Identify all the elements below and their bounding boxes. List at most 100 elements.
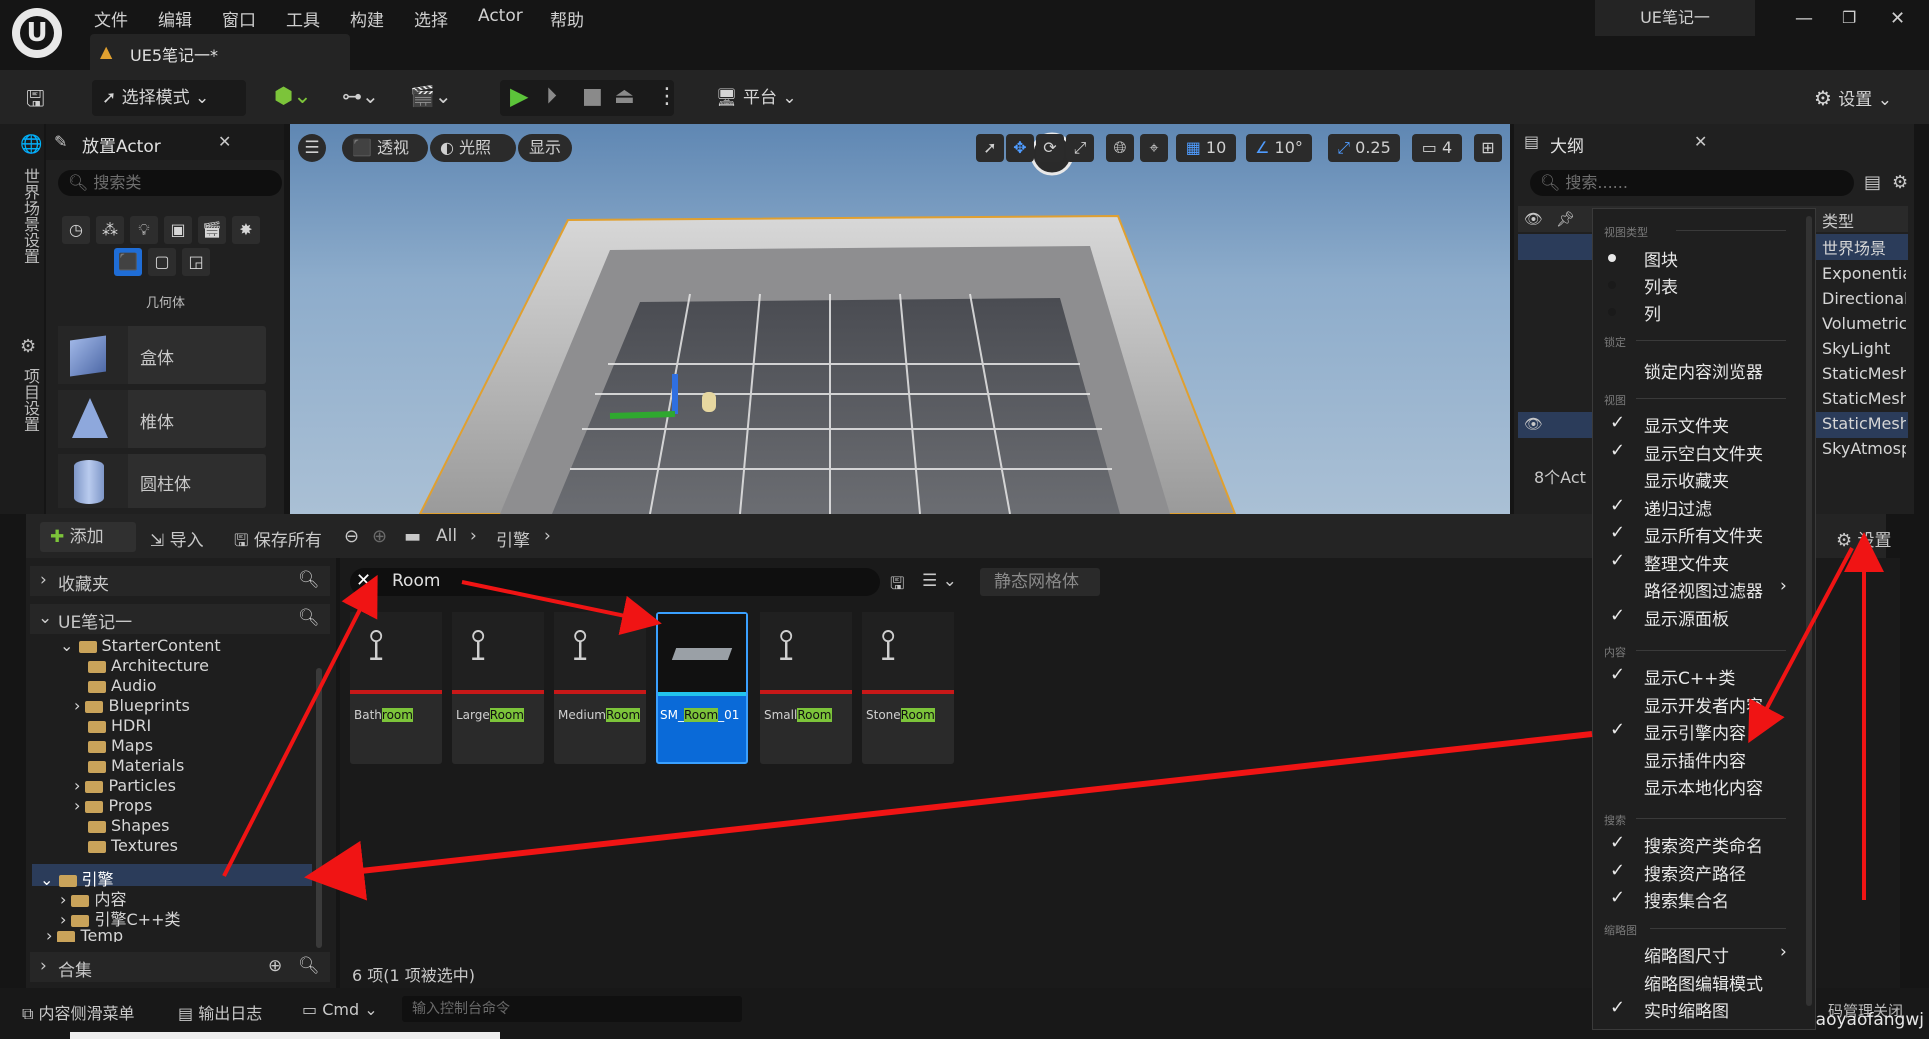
close-icon[interactable]: ✕ — [1890, 8, 1905, 29]
gizmo-y-axis[interactable] — [609, 411, 676, 419]
pin-icon[interactable]: 📌︎ — [1556, 210, 1575, 228]
tree-item[interactable]: › Temp — [46, 926, 123, 942]
menu-item[interactable]: ✓ 搜索资产路径 — [1600, 860, 1800, 888]
menu-item[interactable]: ✓ 搜索集合名 — [1600, 887, 1800, 915]
forward-icon[interactable]: ⊕ — [372, 526, 387, 547]
menu-item[interactable]: 缩略图编辑模式 — [1600, 970, 1800, 998]
menu-item[interactable]: ✓ 实时缩略图 — [1600, 997, 1800, 1025]
viewport-menu-icon[interactable]: ☰ — [298, 134, 326, 162]
lights-icon[interactable]: 💡︎ — [130, 216, 158, 244]
play-icon[interactable]: ▶ — [510, 82, 528, 110]
step-icon[interactable]: ⏵ — [546, 84, 557, 109]
search-icon[interactable]: 🔍︎ — [298, 608, 320, 628]
level-viewport[interactable] — [290, 124, 1510, 514]
project-settings-tab[interactable]: 项目设置 — [18, 368, 42, 432]
menu-item[interactable]: 显示收藏夹 — [1600, 467, 1800, 495]
menu-build[interactable]: 构建 — [350, 6, 384, 31]
tree-item[interactable]: Shapes — [88, 816, 169, 835]
translate-tool-icon[interactable]: ✥ — [1006, 134, 1034, 162]
output-log-button[interactable]: ▤ 输出日志 — [178, 1000, 262, 1024]
asset-tile[interactable]: ⟟ MediumRoom — [554, 612, 646, 764]
scale-snap-toggle[interactable]: ⤢ 0.25 — [1328, 134, 1400, 162]
scale-tool-icon[interactable]: ⤢ — [1066, 134, 1094, 162]
camera-speed-button[interactable]: ▭ 4 — [1412, 134, 1462, 162]
menu-item[interactable]: 显示本地化内容 — [1600, 774, 1800, 802]
viewport-layout-icon[interactable]: ⊞ — [1474, 134, 1502, 162]
back-icon[interactable]: ⊖ — [344, 526, 359, 547]
show-button[interactable]: 显示 — [518, 134, 572, 162]
clear-search-icon[interactable]: ✕ — [356, 570, 371, 591]
menu-item[interactable]: ✓ 显示文件夹 — [1600, 412, 1800, 440]
close-tab-icon[interactable]: ✕ — [218, 132, 231, 151]
tree-item[interactable]: › Props — [74, 796, 152, 815]
tree-item[interactable]: Maps — [88, 736, 153, 755]
search-icon[interactable]: 🔍︎ — [298, 956, 320, 976]
close-tab-icon[interactable]: ✕ — [1694, 132, 1707, 151]
eye-icon[interactable]: 👁︎ — [1524, 415, 1543, 433]
rotate-tool-icon[interactable]: ⟳ — [1036, 134, 1064, 162]
blueprint-icon[interactable]: ⊶⌄ — [342, 84, 379, 108]
menu-item[interactable]: ✓ 显示空白文件夹 — [1600, 440, 1800, 468]
menu-item[interactable]: 缩略图尺寸 — [1600, 942, 1800, 970]
tree-item[interactable]: HDRI — [88, 716, 151, 735]
add-button[interactable]: ✚ 添加 — [40, 522, 136, 552]
save-icon[interactable]: 🖫 — [26, 82, 45, 120]
perspective-button[interactable]: ⬛ 透视 — [342, 134, 428, 162]
console-input[interactable]: 输入控制台命令 — [402, 996, 742, 1022]
gear-icon[interactable]: ⚙ — [1892, 172, 1908, 193]
menu-item-tiles[interactable]: 图块 — [1644, 246, 1678, 271]
lit-button[interactable]: ◐ 光照 — [430, 134, 516, 162]
minimize-icon[interactable]: — — [1795, 8, 1813, 29]
level-tab[interactable] — [90, 34, 350, 70]
content-drawer-button[interactable]: ⧉ 内容侧滑菜单 — [22, 1000, 135, 1024]
menu-item[interactable]: ✓ 显示引擎内容 — [1600, 719, 1800, 747]
place-actor-search[interactable]: 🔍︎ 搜索类 — [58, 170, 282, 196]
surface-snap-icon[interactable]: ⌖ — [1140, 134, 1168, 162]
light-source-sprite[interactable] — [702, 392, 716, 412]
menu-item[interactable]: ✓ 搜索资产类命名 — [1600, 832, 1800, 860]
tree-item[interactable]: Architecture — [88, 656, 209, 675]
asset-tile-selected[interactable]: SM_Room_01 — [656, 612, 748, 764]
eject-icon[interactable]: ⏏ — [614, 84, 635, 109]
menu-select[interactable]: 选择 — [414, 6, 448, 31]
menu-item[interactable]: ✓ 递归过滤 — [1600, 495, 1800, 523]
angle-snap-toggle[interactable]: ∠ 10° — [1246, 134, 1312, 162]
cinematics-icon[interactable]: 🎬⌄ — [410, 84, 452, 108]
asset-tile[interactable]: ⟟ LargeRoom — [452, 612, 544, 764]
menu-item-columns[interactable]: 列 — [1644, 300, 1661, 325]
search-icon[interactable]: 🔍︎ — [298, 570, 320, 590]
filter-dropdown[interactable]: ☰ ⌄ — [922, 571, 957, 591]
menu-actor[interactable]: Actor — [478, 6, 523, 26]
save-search-icon[interactable]: 🖫︎ — [890, 571, 904, 600]
menu-item[interactable]: ✓ 显示所有文件夹 — [1600, 522, 1800, 550]
outliner-search[interactable]: 🔍︎ 搜索...... — [1530, 170, 1854, 196]
basic-icon[interactable]: ⁂ — [96, 216, 124, 244]
tree-item[interactable]: Materials — [88, 756, 184, 775]
restore-icon[interactable]: ❐ — [1842, 8, 1856, 27]
menu-scrollbar[interactable] — [1806, 216, 1812, 1006]
menu-item[interactable]: 显示插件内容 — [1600, 747, 1800, 775]
geometry-icon[interactable]: ⬛ — [114, 248, 142, 276]
save-all-button[interactable]: 🖫︎ 保存所有 — [234, 526, 322, 557]
menu-item[interactable]: ✓ 显示源面板 — [1600, 605, 1800, 633]
menu-file[interactable]: 文件 — [94, 6, 128, 31]
menu-window[interactable]: 窗口 — [222, 6, 256, 31]
menu-item[interactable]: ✓ 整理文件夹 — [1600, 550, 1800, 578]
menu-item[interactable]: 路径视图过滤器 — [1600, 577, 1800, 605]
volumes-icon[interactable]: ▢ — [148, 248, 176, 276]
tree-item[interactable]: Textures — [88, 836, 178, 855]
add-actor-icon[interactable]: ⬢⌄ — [274, 84, 312, 109]
type-column-header[interactable]: 类型 — [1822, 208, 1854, 232]
menu-help[interactable]: 帮助 — [550, 6, 584, 31]
tree-item[interactable]: Audio — [88, 676, 156, 695]
visual-effects-icon[interactable]: ✸ — [232, 216, 260, 244]
shapes-icon[interactable]: ▣ — [164, 216, 192, 244]
add-folder-icon[interactable]: ▤ — [1864, 172, 1881, 193]
world-space-icon[interactable]: 🌐︎ — [1106, 134, 1134, 162]
settings-dropdown[interactable]: ⚙ 设置 ⌄ — [1808, 80, 1924, 116]
tree-item[interactable]: ⌄ StarterContent — [60, 636, 221, 655]
menu-item-list[interactable]: 列表 — [1644, 273, 1678, 298]
platform-dropdown[interactable]: 🖥 平台 ⌄ — [708, 80, 816, 116]
world-settings-tab[interactable]: 世界场景设置 — [18, 168, 42, 264]
breadcrumb-engine[interactable]: 引擎 — [496, 526, 530, 551]
